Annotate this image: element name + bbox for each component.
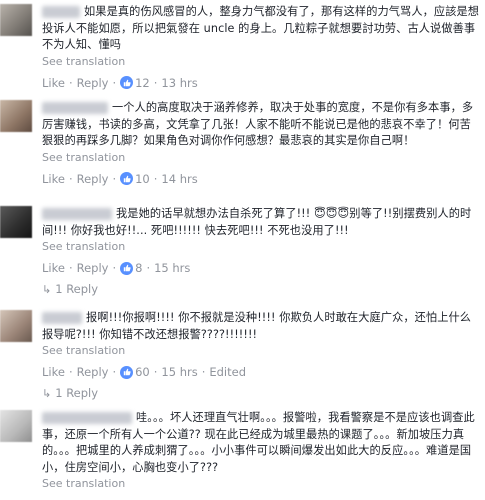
reply-count[interactable]: 1 Reply [55,386,98,400]
see-translation-link[interactable]: See translation [42,151,482,165]
avatar[interactable] [0,100,32,132]
timestamp[interactable]: 14 hrs [161,171,197,187]
separator-dot: · [68,365,73,379]
commenter-name-redacted[interactable] [42,208,112,220]
separator-dot: · [68,171,73,186]
thumbs-up-icon[interactable] [120,76,134,89]
reply-arrow-icon: ↳ [42,282,52,296]
comment-actions: Like · Reply · 12 · 13 hrs [42,75,482,91]
like-link[interactable]: Like [42,171,65,187]
like-link[interactable]: Like [42,75,65,91]
separator-dot: · [112,261,117,275]
separator-dot: · [153,365,158,379]
like-link[interactable]: Like [42,364,65,380]
comment-text: 哇。。。坏人还理直气壮啊。。。报警啦，我看警察是不是应该也调查此事，还原一个所有… [42,411,475,474]
comment-text: 一个人的高度取决于涵养修养，取决于处事的宽度，不是你有多本事，多厉害赚钱，书读的… [42,101,474,147]
timestamp[interactable]: 15 hrs [161,364,197,380]
separator-dot: · [68,261,73,275]
comment-actions: Like · Reply · 10 · 14 hrs [42,171,482,187]
view-replies-link[interactable]: ↳ 1 Reply [42,386,98,400]
thumbs-up-icon[interactable] [120,261,134,275]
reply-link[interactable]: Reply [77,260,109,276]
like-count[interactable]: 60 [135,364,150,380]
separator-dot: · [146,261,151,275]
commenter-name-redacted[interactable] [42,312,82,324]
see-translation-link[interactable]: See translation [42,477,482,491]
comment-body: 我是她的话早就想办法自杀死了算了!!! 😇😇😇别等了!!别摆费别人的时间!!! … [42,206,482,276]
comment-body: 哇。。。坏人还理直气壮啊。。。报警啦，我看警察是不是应该也调查此事，还原一个所有… [42,410,482,491]
separator-dot: · [112,171,117,186]
commenter-name-redacted[interactable] [42,412,132,424]
avatar[interactable] [0,4,32,36]
see-translation-link[interactable]: See translation [42,344,482,358]
thumbs-up-icon[interactable] [120,365,134,379]
thumbs-up-icon[interactable] [120,172,134,185]
timestamp[interactable]: 15 hrs [154,260,190,276]
comment-text: 我是她的话早就想办法自杀死了算了!!! 😇😇😇别等了!!别摆费别人的时间!!! … [42,207,472,237]
comment-actions: Like · Reply · 8 · 15 hrs [42,260,482,276]
like-count[interactable]: 10 [135,171,150,187]
like-count[interactable]: 8 [135,260,142,276]
view-replies-link[interactable]: ↳ 1 Reply [42,282,98,296]
avatar[interactable] [0,410,32,442]
separator-dot: · [112,365,117,379]
avatar[interactable] [0,310,32,342]
reply-arrow-icon: ↳ [42,386,52,400]
comment-text: 报啊!!!你报啊!!!! 你不报就是没种!!!! 你欺负人时敢在大庭广众，还怕上… [42,311,472,341]
reply-count[interactable]: 1 Reply [55,282,98,296]
reply-link[interactable]: Reply [77,75,109,91]
comment-actions: Like · Reply · 60 · 15 hrs · Edited [42,364,482,380]
like-link[interactable]: Like [42,260,65,276]
like-count[interactable]: 12 [135,75,150,91]
avatar[interactable] [0,206,32,238]
reply-link[interactable]: Reply [77,171,109,187]
comment-body: 报啊!!!你报啊!!!! 你不报就是没种!!!! 你欺负人时敢在大庭广众，还怕上… [42,310,482,380]
timestamp[interactable]: 13 hrs [161,75,197,91]
comment-body: 一个人的高度取决于涵养修养，取决于处事的宽度，不是你有多本事，多厉害赚钱，书读的… [42,100,482,187]
separator-dot: · [201,365,206,379]
separator-dot: · [112,75,117,90]
edited-label[interactable]: Edited [209,364,246,380]
see-translation-link[interactable]: See translation [42,240,482,254]
see-translation-link[interactable]: See translation [42,55,482,69]
reply-link[interactable]: Reply [77,364,109,380]
separator-dot: · [153,171,158,186]
separator-dot: · [68,75,73,90]
comment-text: 如果是真的伤风感冒的人，整身力气都没有了，那有这样的力气骂人，应該是想投诉人不能… [42,5,480,51]
separator-dot: · [153,75,158,90]
commenter-name-redacted[interactable] [42,6,80,18]
commenter-name-redacted[interactable] [42,102,108,114]
comment-body: 如果是真的伤风感冒的人，整身力气都没有了，那有这样的力气骂人，应該是想投诉人不能… [42,4,482,91]
